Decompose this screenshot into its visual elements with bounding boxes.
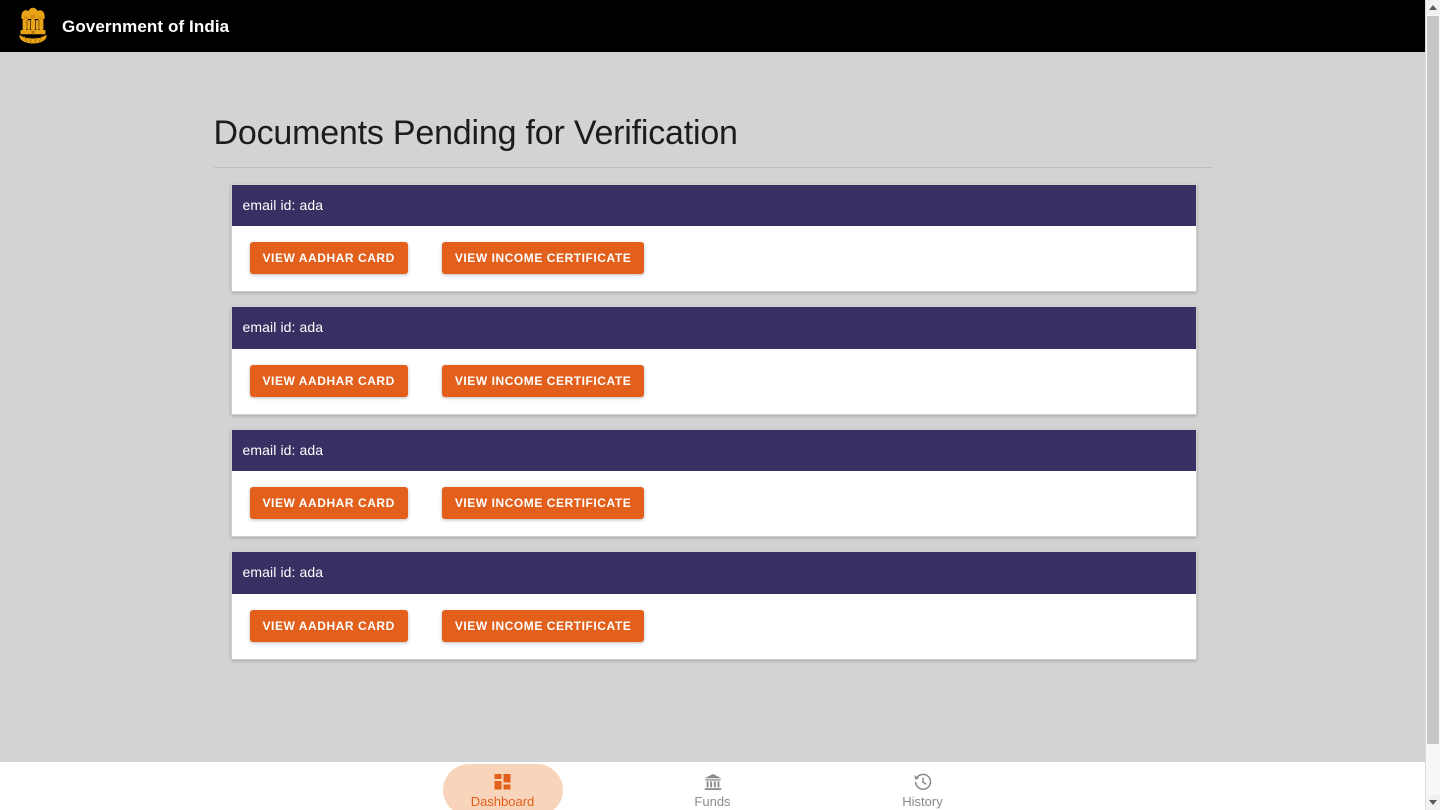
- card-actions: VIEW AADHAR CARD VIEW INCOME CERTIFICATE: [232, 226, 1196, 291]
- card-email-header: email id: ada: [231, 429, 1196, 472]
- scrollbar-thumb[interactable]: [1427, 16, 1439, 744]
- card-email-header: email id: ada: [231, 185, 1196, 227]
- page-root: Government of India Documents Pending fo…: [0, 0, 1425, 810]
- document-card: email id: ada VIEW AADHAR CARD VIEW INCO…: [230, 184, 1197, 293]
- nav-item-dashboard[interactable]: Dashboard: [442, 764, 563, 810]
- nav-label-dashboard: Dashboard: [470, 794, 535, 809]
- document-card: email id: ada VIEW AADHAR CARD VIEW INCO…: [230, 551, 1197, 660]
- view-aadhar-card-button[interactable]: VIEW AADHAR CARD: [249, 364, 408, 397]
- page-title: Documents Pending for Verification: [213, 114, 738, 152]
- main-content: Documents Pending for Verification email…: [0, 52, 1425, 762]
- india-national-emblem-icon: [18, 7, 48, 45]
- scroll-down-arrow-icon[interactable]: [1426, 795, 1440, 810]
- bank-building-icon: [703, 772, 723, 792]
- gov-header-title: Government of India: [62, 16, 230, 36]
- scroll-up-arrow-icon[interactable]: [1426, 0, 1440, 15]
- view-income-certificate-button[interactable]: VIEW INCOME CERTIFICATE: [441, 609, 645, 642]
- card-email-header: email id: ada: [231, 307, 1196, 349]
- vertical-scrollbar[interactable]: [1425, 0, 1440, 810]
- nav-item-history[interactable]: History: [863, 766, 983, 810]
- view-aadhar-card-button[interactable]: VIEW AADHAR CARD: [249, 242, 408, 275]
- title-divider: [213, 167, 1212, 169]
- view-aadhar-card-button[interactable]: VIEW AADHAR CARD: [249, 609, 408, 642]
- view-income-certificate-button[interactable]: VIEW INCOME CERTIFICATE: [441, 487, 645, 520]
- gov-header: Government of India: [0, 0, 1425, 52]
- nav-item-funds[interactable]: Funds: [653, 766, 773, 810]
- nav-label-history: History: [902, 794, 943, 809]
- view-income-certificate-button[interactable]: VIEW INCOME CERTIFICATE: [441, 242, 645, 275]
- clock-rotate-left-icon: [913, 772, 933, 792]
- document-card: email id: ada VIEW AADHAR CARD VIEW INCO…: [230, 306, 1197, 415]
- content-container: Documents Pending for Verification email…: [213, 114, 1213, 660]
- card-actions: VIEW AADHAR CARD VIEW INCOME CERTIFICATE: [232, 349, 1196, 414]
- document-card: email id: ada VIEW AADHAR CARD VIEW INCO…: [230, 428, 1197, 538]
- bottom-navigation: Dashboard Funds History: [0, 762, 1425, 810]
- pending-documents-list: email id: ada VIEW AADHAR CARD VIEW INCO…: [214, 184, 1212, 660]
- browser-viewport: Government of India Documents Pending fo…: [0, 0, 1440, 810]
- view-aadhar-card-button[interactable]: VIEW AADHAR CARD: [249, 487, 408, 520]
- card-actions: VIEW AADHAR CARD VIEW INCOME CERTIFICATE: [232, 471, 1196, 536]
- card-actions: VIEW AADHAR CARD VIEW INCOME CERTIFICATE: [232, 594, 1196, 659]
- dashboard-grid-icon: [493, 772, 513, 792]
- card-email-header: email id: ada: [231, 552, 1196, 594]
- nav-label-funds: Funds: [694, 794, 731, 809]
- view-income-certificate-button[interactable]: VIEW INCOME CERTIFICATE: [441, 364, 645, 397]
